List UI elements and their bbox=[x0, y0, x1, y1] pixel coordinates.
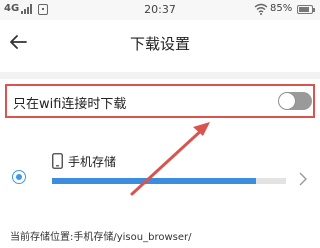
storage-usage-fill bbox=[52, 178, 256, 184]
radio-selected-dot bbox=[15, 173, 22, 180]
header: 下载设置 bbox=[0, 20, 320, 66]
storage-option-phone[interactable]: 手机存储 bbox=[0, 140, 320, 200]
storage-label: 手机存储 bbox=[68, 155, 117, 169]
wifi-only-toggle[interactable] bbox=[278, 92, 312, 110]
chevron-right-icon[interactable] bbox=[298, 171, 308, 187]
wifi-only-download-row[interactable]: 只在wifi连接时下载 bbox=[5, 84, 315, 118]
status-bar: 4G 20:37 85% bbox=[0, 0, 320, 20]
wifi-only-label: 只在wifi连接时下载 bbox=[13, 97, 127, 112]
wifi-icon bbox=[254, 3, 268, 15]
current-storage-path: 当前存储位置:手机存储/yisou_browser/ bbox=[10, 232, 192, 243]
page-title: 下载设置 bbox=[129, 35, 190, 53]
battery-icon bbox=[297, 5, 315, 14]
storage-radio[interactable] bbox=[12, 170, 26, 184]
phone-icon bbox=[52, 153, 63, 169]
toggle-knob bbox=[279, 93, 295, 109]
storage-usage-bar bbox=[52, 178, 286, 184]
battery-level bbox=[299, 7, 309, 12]
battery-percent: 85% bbox=[270, 3, 293, 14]
section-divider bbox=[0, 72, 320, 79]
